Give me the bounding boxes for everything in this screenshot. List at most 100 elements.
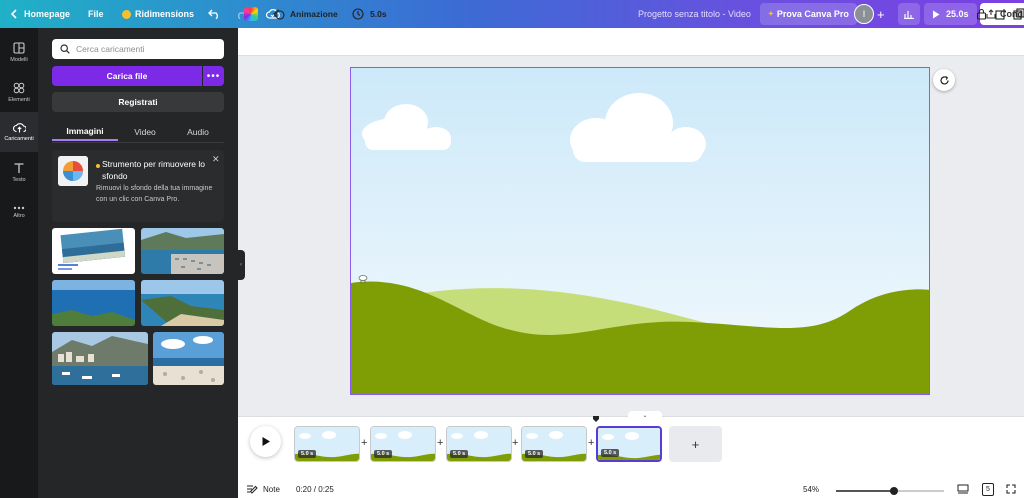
- play-icon: [933, 10, 940, 18]
- avatar[interactable]: I: [854, 4, 874, 24]
- rail-item-elements[interactable]: Elementi: [0, 72, 38, 112]
- pro-badge-icon: [96, 164, 100, 168]
- add-page-button[interactable]: +: [669, 426, 722, 462]
- zoom-slider-fill: [836, 490, 895, 492]
- scene-duration-button[interactable]: 5.0s: [352, 0, 387, 28]
- promo-card[interactable]: Strumento per rimuovere lo sfondo Rimuov…: [52, 150, 224, 222]
- shapes-icon: [13, 82, 25, 93]
- timeline-clip[interactable]: 5.0 s: [294, 426, 360, 462]
- add-transition-icon[interactable]: +: [512, 437, 518, 449]
- cloud-upload-icon: [12, 123, 26, 133]
- rail-label: Elementi: [8, 96, 30, 103]
- search-input[interactable]: Cerca caricamenti: [52, 39, 224, 59]
- notes-button[interactable]: Note: [246, 480, 280, 498]
- rail-item-text[interactable]: Testo: [0, 152, 38, 192]
- promo-image: [58, 156, 88, 186]
- timeline-clip[interactable]: 5.0 s: [370, 426, 436, 462]
- add-transition-icon[interactable]: +: [588, 437, 594, 449]
- clip-duration-badge: 5.0 s: [374, 450, 393, 458]
- more-icon: •••: [206, 70, 221, 82]
- text-icon: [14, 162, 24, 173]
- search-placeholder: Cerca caricamenti: [76, 44, 145, 54]
- timeline-clip[interactable]: 5.0 s: [596, 426, 662, 462]
- close-icon[interactable]: ✕: [212, 154, 220, 165]
- page-count-button[interactable]: 5: [982, 480, 994, 498]
- animation-icon: [273, 9, 285, 20]
- timeline-clip[interactable]: 5.0 s: [446, 426, 512, 462]
- design-canvas[interactable]: [350, 67, 930, 395]
- crown-icon: [122, 9, 131, 19]
- grid-view-icon[interactable]: [957, 480, 969, 498]
- layout-icon: [13, 41, 25, 54]
- try-pro-label: Prova Canva Pro: [776, 9, 849, 19]
- rail-item-more[interactable]: Altro: [0, 192, 38, 232]
- upload-options-button[interactable]: •••: [203, 66, 224, 86]
- chevron-down-icon[interactable]: ⌄: [628, 411, 662, 419]
- zoom-percentage[interactable]: 54%: [803, 480, 819, 498]
- tab-audio[interactable]: Audio: [172, 123, 224, 141]
- insights-button[interactable]: [898, 3, 920, 25]
- add-transition-icon[interactable]: +: [361, 437, 367, 449]
- play-icon: [262, 437, 270, 446]
- uploaded-image[interactable]: [141, 280, 224, 326]
- uploaded-image[interactable]: [141, 228, 224, 274]
- resize-label: Ridimensions: [135, 9, 195, 19]
- regenerate-button[interactable]: [933, 69, 955, 91]
- clip-duration-badge: 5.0 s: [601, 449, 620, 457]
- try-pro-button[interactable]: ✦ Prova Canva Pro: [760, 3, 857, 25]
- top-bar: Homepage File Ridimensions Progetto senz…: [0, 0, 1024, 28]
- chevron-left-icon[interactable]: [10, 0, 18, 28]
- star-icon: ✦: [768, 11, 774, 18]
- duplicate-page-icon[interactable]: [1013, 0, 1024, 28]
- playhead-icon[interactable]: [592, 414, 600, 422]
- clock-icon: [352, 8, 364, 20]
- rail-label: Modelli: [10, 56, 28, 63]
- add-page-icon[interactable]: [995, 0, 1007, 28]
- bar-chart-icon: [904, 10, 914, 19]
- animation-button[interactable]: Animazione: [273, 0, 338, 28]
- chevron-left-icon: ‹: [240, 262, 242, 268]
- project-title[interactable]: Progetto senza titolo - Video: [638, 0, 751, 28]
- uploads-panel: Cerca caricamenti Carica file ••• Regist…: [38, 28, 238, 498]
- timeline-play-button[interactable]: [250, 426, 281, 457]
- add-transition-icon[interactable]: +: [437, 437, 443, 449]
- uploaded-image[interactable]: [52, 280, 135, 326]
- home-link[interactable]: Homepage: [24, 0, 70, 28]
- tab-images[interactable]: Immagini: [52, 123, 118, 141]
- uploaded-image[interactable]: [52, 228, 135, 274]
- fullscreen-icon[interactable]: [1006, 480, 1016, 498]
- tab-video[interactable]: Video: [118, 123, 172, 141]
- color-picker-icon[interactable]: [244, 0, 258, 28]
- rail-label: Caricamenti: [4, 136, 34, 142]
- lock-icon[interactable]: [976, 0, 987, 28]
- uploaded-image[interactable]: [153, 332, 224, 385]
- time-readout: 0:20 / 0:25: [296, 484, 334, 494]
- uploaded-image[interactable]: [52, 332, 148, 385]
- clip-duration-badge: 5.0 s: [525, 450, 544, 458]
- refresh-icon: [939, 75, 949, 85]
- promo-body: Rimuovi lo sfondo della tua immagine con…: [96, 185, 213, 203]
- add-collaborator-icon[interactable]: +: [877, 0, 885, 28]
- scene-duration-label: 5.0s: [370, 9, 387, 19]
- file-menu[interactable]: File: [88, 0, 104, 28]
- notes-icon: [247, 485, 258, 494]
- record-button[interactable]: Registrati: [52, 92, 224, 112]
- rail-label: Altro: [13, 212, 25, 219]
- upload-file-button[interactable]: Carica file: [52, 66, 202, 86]
- resize-button[interactable]: Ridimensions: [122, 0, 194, 28]
- rail-item-templates[interactable]: Modelli: [0, 32, 38, 72]
- animation-label: Animazione: [290, 9, 338, 19]
- bottom-bar: [238, 480, 1024, 498]
- clip-duration-badge: 5.0 s: [450, 450, 469, 458]
- tab-divider: [52, 142, 224, 143]
- play-duration-label: 25.0s: [946, 9, 969, 19]
- undo-icon[interactable]: [208, 0, 221, 28]
- page-count: 5: [982, 482, 994, 496]
- more-icon: [13, 206, 25, 209]
- play-preview-button[interactable]: 25.0s: [924, 3, 977, 25]
- rail-item-uploads[interactable]: Caricamenti: [0, 112, 38, 152]
- collapse-panel-button[interactable]: ‹: [237, 250, 245, 280]
- left-rail: Modelli Elementi Caricamenti Testo Altro: [0, 28, 38, 498]
- search-icon: [60, 44, 70, 54]
- timeline-clip[interactable]: 5.0 s: [521, 426, 587, 462]
